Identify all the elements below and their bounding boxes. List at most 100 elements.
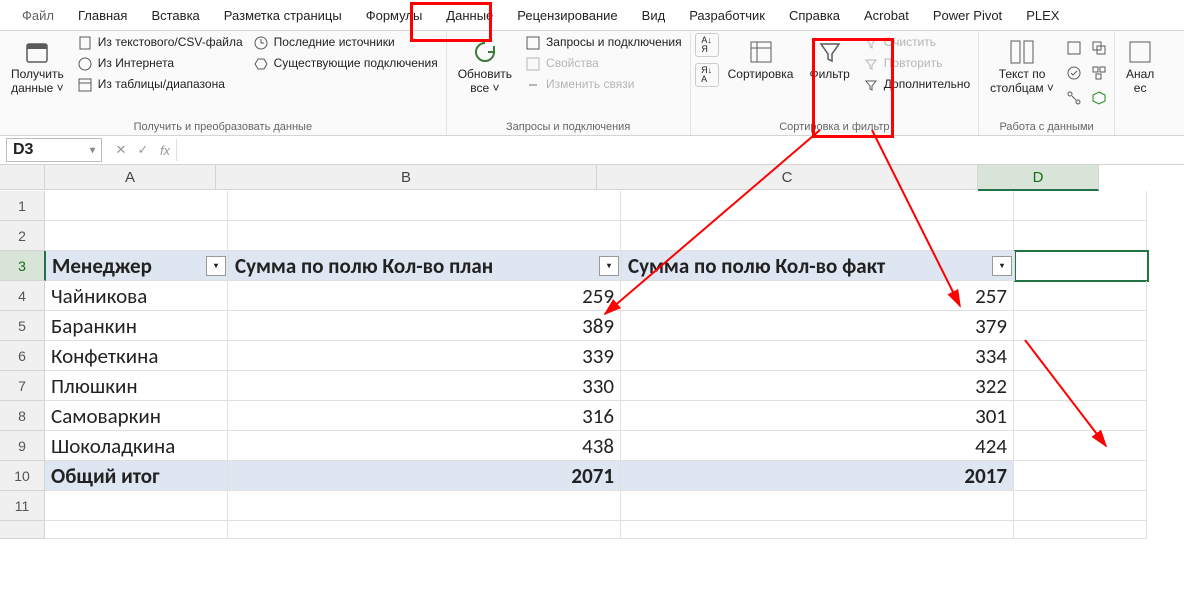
sort-button[interactable]: Сортировка xyxy=(721,33,801,85)
tab-home[interactable]: Главная xyxy=(68,4,137,27)
cell[interactable]: Баранкин xyxy=(45,311,228,341)
active-cell[interactable] xyxy=(1015,251,1148,281)
name-box[interactable]: D3▾ xyxy=(6,138,102,162)
cell[interactable] xyxy=(228,191,621,221)
sort-asc-button[interactable]: А↓Я xyxy=(695,33,719,57)
tab-file[interactable]: Файл xyxy=(12,4,64,27)
row-header[interactable]: 6 xyxy=(0,341,45,371)
filter-dropdown-icon[interactable]: ▾ xyxy=(599,256,619,276)
column-header-d[interactable]: D xyxy=(978,165,1099,191)
enter-formula-icon[interactable]: ✓ xyxy=(132,142,154,158)
cell[interactable] xyxy=(1014,521,1147,539)
cell[interactable] xyxy=(1014,281,1147,311)
row-header[interactable]: 8 xyxy=(0,401,45,431)
reapply-filter-button[interactable]: Повторить xyxy=(859,54,974,74)
row-header[interactable]: 11 xyxy=(0,491,45,521)
cell[interactable] xyxy=(621,221,1014,251)
column-header-b[interactable]: B xyxy=(216,165,597,190)
queries-button[interactable]: Запросы и подключения xyxy=(521,33,686,53)
data-model-button[interactable] xyxy=(1088,87,1110,109)
column-header-c[interactable]: C xyxy=(597,165,978,190)
cell[interactable] xyxy=(1014,491,1147,521)
cell[interactable] xyxy=(1014,341,1147,371)
cell[interactable]: 438 xyxy=(228,431,621,461)
filter-dropdown-icon[interactable]: ▾ xyxy=(206,256,226,276)
tab-developer[interactable]: Разработчик xyxy=(679,4,775,27)
from-web-button[interactable]: Из Интернета xyxy=(73,54,247,74)
cell[interactable] xyxy=(1014,401,1147,431)
tab-powerpivot[interactable]: Power Pivot xyxy=(923,4,1012,27)
cell[interactable] xyxy=(621,191,1014,221)
data-validation-button[interactable] xyxy=(1063,62,1085,84)
filter-dropdown-icon[interactable]: ▾ xyxy=(992,256,1012,276)
existing-connections-button[interactable]: Существующие подключения xyxy=(249,54,442,74)
fx-icon[interactable]: fx xyxy=(154,143,176,158)
total-fact-cell[interactable]: 2017 xyxy=(621,461,1014,491)
cell[interactable]: 424 xyxy=(621,431,1014,461)
cell[interactable]: 259 xyxy=(228,281,621,311)
row-header[interactable]: 4 xyxy=(0,281,45,311)
tab-formulas[interactable]: Формулы xyxy=(356,4,433,27)
cell[interactable]: 316 xyxy=(228,401,621,431)
tab-plex[interactable]: PLEX xyxy=(1016,4,1069,27)
get-data-button[interactable]: Получить данные ˅ xyxy=(4,33,71,99)
cell[interactable] xyxy=(228,491,621,521)
cell[interactable]: Плюшкин xyxy=(45,371,228,401)
cell[interactable] xyxy=(1014,371,1147,401)
cell[interactable]: 389 xyxy=(228,311,621,341)
cell[interactable] xyxy=(45,221,228,251)
cell[interactable] xyxy=(621,521,1014,539)
pivot-header-plan[interactable]: Сумма по полю Кол-во план▾ xyxy=(229,251,622,281)
cell[interactable]: 257 xyxy=(621,281,1014,311)
tab-data[interactable]: Данные xyxy=(436,4,503,27)
cell[interactable]: 379 xyxy=(621,311,1014,341)
total-plan-cell[interactable]: 2071 xyxy=(228,461,621,491)
pivot-header-fact[interactable]: Сумма по полю Кол-во факт▾ xyxy=(622,251,1015,281)
from-csv-button[interactable]: Из текстового/CSV-файла xyxy=(73,33,247,53)
from-table-button[interactable]: Из таблицы/диапазона xyxy=(73,75,247,95)
sort-desc-button[interactable]: Я↓А xyxy=(695,63,719,87)
row-header[interactable]: 2 xyxy=(0,221,45,251)
cell[interactable] xyxy=(228,221,621,251)
advanced-filter-button[interactable]: Дополнительно xyxy=(859,75,974,95)
flash-fill-button[interactable] xyxy=(1063,37,1085,59)
remove-dup-button[interactable] xyxy=(1088,37,1110,59)
row-header[interactable]: 9 xyxy=(0,431,45,461)
select-all-corner[interactable] xyxy=(0,165,45,190)
consolidate-button[interactable] xyxy=(1088,62,1110,84)
cell[interactable] xyxy=(1014,461,1147,491)
cancel-formula-icon[interactable]: ✕ xyxy=(110,142,132,158)
tab-insert[interactable]: Вставка xyxy=(141,4,209,27)
cell[interactable] xyxy=(1014,311,1147,341)
cell[interactable] xyxy=(621,491,1014,521)
tab-review[interactable]: Рецензирование xyxy=(507,4,627,27)
cell[interactable]: 301 xyxy=(621,401,1014,431)
analysis-button[interactable]: Анал ес xyxy=(1119,33,1161,99)
cell[interactable] xyxy=(1014,191,1147,221)
edit-links-button[interactable]: Изменить связи xyxy=(521,75,686,95)
cell[interactable]: 334 xyxy=(621,341,1014,371)
cell[interactable]: Чайникова xyxy=(45,281,228,311)
cell[interactable]: 339 xyxy=(228,341,621,371)
clear-filter-button[interactable]: Очистить xyxy=(859,33,974,53)
tab-help[interactable]: Справка xyxy=(779,4,850,27)
tab-acrobat[interactable]: Acrobat xyxy=(854,4,919,27)
relationships-button[interactable] xyxy=(1063,87,1085,109)
filter-button[interactable]: Фильтр xyxy=(802,33,856,85)
row-header[interactable]: 3 xyxy=(0,251,46,281)
row-header[interactable]: 1 xyxy=(0,191,45,221)
pivot-header-manager[interactable]: Менеджер▾ xyxy=(46,251,229,281)
cell[interactable] xyxy=(45,191,228,221)
column-header-a[interactable]: A xyxy=(45,165,216,190)
cell[interactable] xyxy=(228,521,621,539)
tab-layout[interactable]: Разметка страницы xyxy=(214,4,352,27)
cell[interactable] xyxy=(1014,221,1147,251)
total-label-cell[interactable]: Общий итог xyxy=(45,461,228,491)
properties-button[interactable]: Свойства xyxy=(521,54,686,74)
cell[interactable]: 330 xyxy=(228,371,621,401)
tab-view[interactable]: Вид xyxy=(632,4,676,27)
text-to-columns-button[interactable]: Текст по столбцам ˅ xyxy=(983,33,1061,99)
row-header[interactable]: 5 xyxy=(0,311,45,341)
formula-input[interactable] xyxy=(176,139,1184,161)
cell[interactable]: 322 xyxy=(621,371,1014,401)
